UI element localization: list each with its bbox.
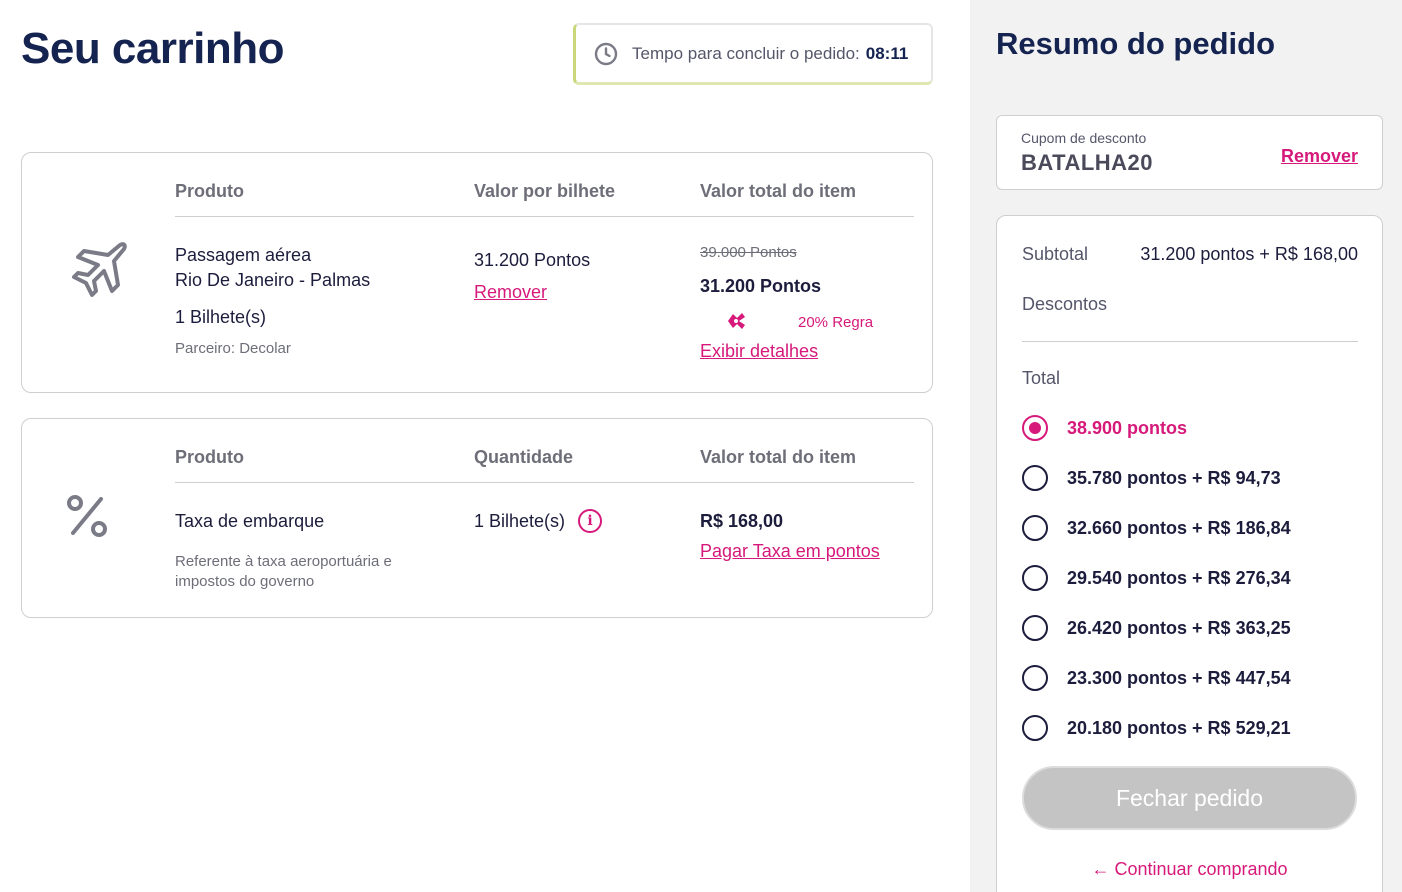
col-header-product: Produto bbox=[175, 181, 244, 201]
arrow-left-icon: ← bbox=[1091, 859, 1110, 879]
header-divider bbox=[175, 482, 914, 483]
info-icon[interactable]: i bbox=[578, 509, 602, 533]
subtotal-value: 31.200 pontos + R$ 168,00 bbox=[1140, 244, 1358, 264]
payment-option-label: 32.660 pontos + R$ 186,84 bbox=[1067, 517, 1291, 538]
airplane-icon bbox=[72, 242, 127, 297]
radio-button[interactable] bbox=[1022, 515, 1048, 541]
unit-price: 31.200 Pontos bbox=[474, 250, 591, 270]
continue-shopping-link[interactable]: ← Continuar comprando bbox=[997, 859, 1382, 880]
cart-panel: Seu carrinho Tempo para concluir o pedid… bbox=[0, 0, 970, 892]
summary-box: Subtotal 31.200 pontos + R$ 168,00 Desco… bbox=[996, 215, 1383, 892]
radio-button[interactable] bbox=[1022, 715, 1048, 741]
discount-rule-badge: 20% Regra bbox=[798, 314, 874, 331]
col-header-quantity: Quantidade bbox=[474, 447, 574, 467]
col-header-total: Valor total do item bbox=[700, 181, 857, 201]
col-header-total: Valor total do item bbox=[700, 447, 857, 467]
summary-title: Resumo do pedido bbox=[996, 26, 1275, 61]
timer-label: Tempo para concluir o pedido: bbox=[632, 43, 860, 63]
order-summary-panel: Resumo do pedido Cupom de desconto BATAL… bbox=[970, 0, 1402, 892]
discounted-total: 31.200 Pontos bbox=[700, 276, 822, 296]
radio-button[interactable] bbox=[1022, 415, 1048, 441]
original-total: 39.000 Pontos bbox=[700, 244, 797, 261]
payment-option-2[interactable]: 35.780 pontos + R$ 94,73 bbox=[1022, 465, 1281, 491]
col-header-product: Produto bbox=[175, 447, 244, 467]
payment-option-7[interactable]: 20.180 pontos + R$ 529,21 bbox=[1022, 715, 1291, 741]
tax-total: R$ 168,00 bbox=[700, 511, 784, 531]
remove-coupon-link[interactable]: Remover bbox=[1281, 146, 1358, 167]
radio-button[interactable] bbox=[1022, 565, 1048, 591]
show-details-link[interactable]: Exibir detalhes bbox=[700, 341, 818, 362]
discount-rule-icon bbox=[728, 313, 745, 329]
header-divider bbox=[175, 216, 914, 217]
radio-button[interactable] bbox=[1022, 465, 1048, 491]
tax-description-line1: Referente à taxa aeroportuária e bbox=[175, 553, 392, 570]
percent-icon bbox=[67, 495, 107, 537]
timer-value: 08:11 bbox=[865, 43, 909, 63]
clock-icon bbox=[594, 42, 618, 65]
product-type: Passagem aérea bbox=[175, 245, 312, 265]
checkout-timer: Tempo para concluir o pedido: 08:11 bbox=[573, 23, 933, 85]
tax-product-name: Taxa de embarque bbox=[175, 511, 325, 531]
partner-label: Parceiro: Decolar bbox=[175, 340, 291, 357]
discounts-label: Descontos bbox=[1022, 294, 1108, 314]
page-title: Seu carrinho bbox=[21, 24, 284, 73]
payment-option-6[interactable]: 23.300 pontos + R$ 447,54 bbox=[1022, 665, 1291, 691]
ticket-count: 1 Bilhete(s) bbox=[175, 307, 267, 327]
subtotal-label: Subtotal bbox=[1022, 244, 1089, 264]
flight-route: Rio De Janeiro - Palmas bbox=[175, 270, 371, 290]
tax-quantity: 1 Bilhete(s) bbox=[474, 511, 566, 531]
tax-description-line2: impostos do governo bbox=[175, 573, 315, 590]
payment-option-3[interactable]: 32.660 pontos + R$ 186,84 bbox=[1022, 515, 1291, 541]
summary-divider bbox=[1022, 341, 1358, 342]
close-order-button[interactable]: Fechar pedido bbox=[1022, 766, 1357, 830]
payment-option-4[interactable]: 29.540 pontos + R$ 276,34 bbox=[1022, 565, 1291, 591]
payment-option-label: 35.780 pontos + R$ 94,73 bbox=[1067, 467, 1281, 488]
payment-option-1[interactable]: 38.900 pontos bbox=[1022, 415, 1187, 441]
total-label: Total bbox=[1022, 368, 1061, 388]
continue-shopping-label: Continuar comprando bbox=[1114, 859, 1288, 879]
payment-option-label: 26.420 pontos + R$ 363,25 bbox=[1067, 617, 1291, 638]
coupon-code: BATALHA20 bbox=[1021, 150, 1154, 175]
pay-tax-points-link[interactable]: Pagar Taxa em pontos bbox=[700, 541, 880, 562]
col-header-unit-price: Valor por bilhete bbox=[474, 181, 616, 201]
payment-option-label: 29.540 pontos + R$ 276,34 bbox=[1067, 567, 1291, 588]
coupon-label: Cupom de desconto bbox=[1021, 130, 1147, 146]
remove-flight-link[interactable]: Remover bbox=[474, 282, 547, 303]
flight-item-card: Produto Valor por bilhete Valor total do… bbox=[21, 152, 933, 393]
payment-option-5[interactable]: 26.420 pontos + R$ 363,25 bbox=[1022, 615, 1291, 641]
coupon-box: Cupom de desconto BATALHA20 Remover bbox=[996, 115, 1383, 190]
radio-button[interactable] bbox=[1022, 615, 1048, 641]
tax-item-card: Produto Quantidade Valor total do item T… bbox=[21, 418, 933, 618]
payment-option-label: 23.300 pontos + R$ 447,54 bbox=[1067, 667, 1291, 688]
radio-button[interactable] bbox=[1022, 665, 1048, 691]
payment-option-label: 38.900 pontos bbox=[1067, 417, 1188, 438]
payment-option-label: 20.180 pontos + R$ 529,21 bbox=[1067, 717, 1291, 738]
